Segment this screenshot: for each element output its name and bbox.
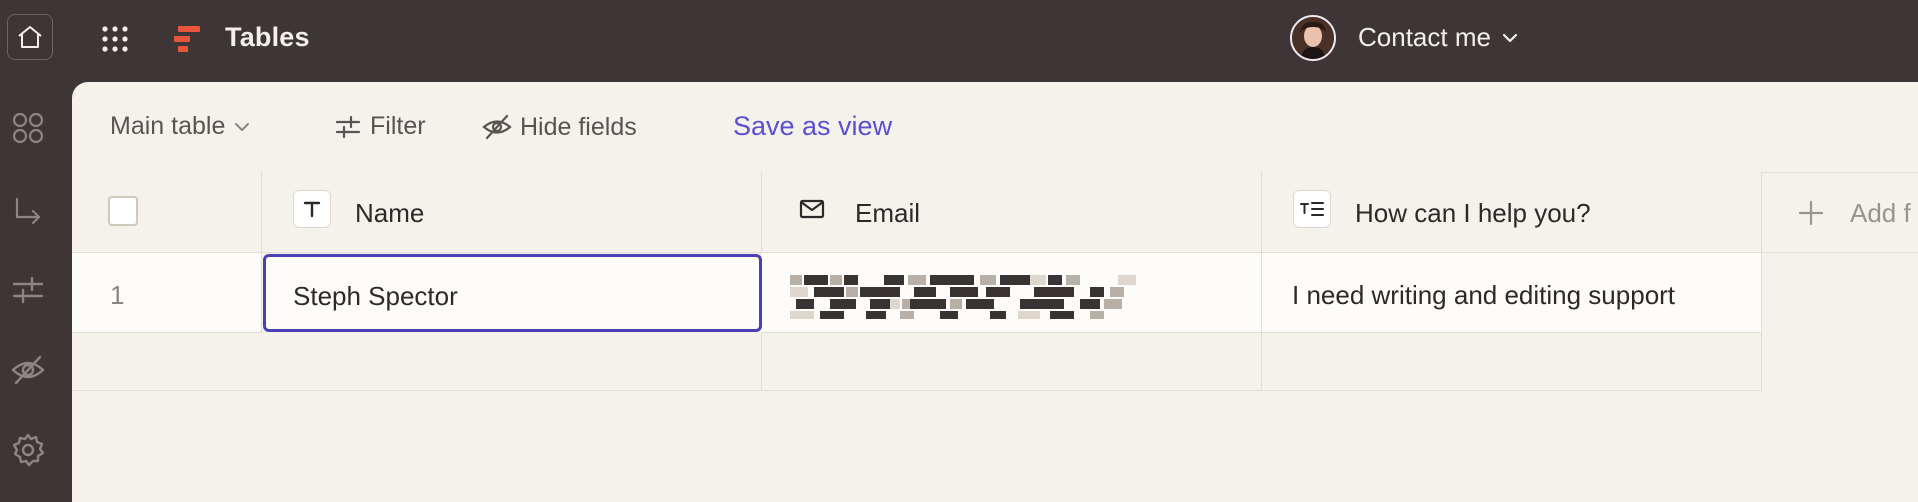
home-button[interactable] bbox=[7, 14, 53, 60]
add-row-cell[interactable] bbox=[1262, 333, 1762, 391]
select-all-checkbox[interactable] bbox=[108, 196, 138, 226]
save-as-view-button[interactable]: Save as view bbox=[733, 111, 892, 142]
contact-menu[interactable]: Contact me bbox=[1358, 22, 1519, 53]
table-cell-email[interactable] bbox=[762, 253, 1262, 333]
zap-icon[interactable] bbox=[8, 192, 48, 232]
apps-grid-icon[interactable] bbox=[101, 25, 129, 53]
interfaces-icon[interactable] bbox=[8, 108, 48, 148]
column-header-email[interactable]: Email bbox=[762, 172, 1262, 253]
home-icon bbox=[18, 26, 42, 48]
add-field-label: Add f bbox=[1850, 198, 1911, 228]
hide-icon[interactable] bbox=[8, 350, 48, 390]
add-row-cell[interactable] bbox=[72, 333, 762, 391]
hide-fields-button[interactable]: Hide fields bbox=[482, 112, 637, 142]
view-select[interactable]: Main table bbox=[110, 112, 251, 141]
long-text-icon bbox=[1293, 190, 1331, 228]
text-field-icon bbox=[293, 190, 331, 228]
view-select-label: Main table bbox=[110, 112, 226, 140]
table-cell-name[interactable]: Steph Spector bbox=[263, 254, 762, 332]
filter-button[interactable]: Filter bbox=[334, 112, 426, 141]
table-cell-help[interactable]: I need writing and editing support bbox=[1262, 253, 1762, 333]
add-row-cell[interactable] bbox=[762, 333, 1262, 391]
hide-fields-label: Hide fields bbox=[520, 112, 637, 141]
app-title: Tables bbox=[225, 22, 310, 52]
row-index-cell: 1 bbox=[72, 253, 262, 333]
top-bar: Tables Contact me bbox=[0, 0, 1918, 82]
tables-logo-icon bbox=[172, 24, 202, 54]
filter-label: Filter bbox=[370, 112, 426, 140]
chevron-down-icon bbox=[1502, 33, 1518, 42]
chevron-down-icon bbox=[235, 122, 250, 131]
main-panel: Main table Filter Hide fields Save as vi… bbox=[72, 82, 1918, 502]
column-header-name[interactable]: Name bbox=[262, 172, 762, 253]
row-number: 1 bbox=[110, 280, 125, 310]
filter-icon bbox=[335, 115, 361, 138]
redacted-email bbox=[790, 275, 1136, 319]
column-header-label: Name bbox=[355, 198, 425, 228]
column-header-label: Email bbox=[855, 198, 921, 228]
filter-icon[interactable] bbox=[8, 270, 48, 310]
name-value: Steph Spector bbox=[293, 281, 458, 311]
avatar[interactable] bbox=[1290, 15, 1336, 61]
toolbar: Main table Filter Hide fields Save as vi… bbox=[72, 82, 1918, 173]
hide-icon bbox=[482, 114, 512, 140]
add-field-button[interactable]: Add f bbox=[1762, 172, 1918, 253]
contact-label: Contact me bbox=[1358, 22, 1491, 52]
plus-icon bbox=[1798, 200, 1824, 226]
select-all-cell bbox=[72, 172, 262, 253]
settings-icon[interactable] bbox=[8, 430, 48, 470]
help-value: I need writing and editing support bbox=[1292, 280, 1676, 310]
column-header-label: How can I help you? bbox=[1355, 198, 1591, 228]
mail-icon bbox=[793, 190, 831, 228]
column-header-help[interactable]: How can I help you? bbox=[1262, 172, 1762, 253]
